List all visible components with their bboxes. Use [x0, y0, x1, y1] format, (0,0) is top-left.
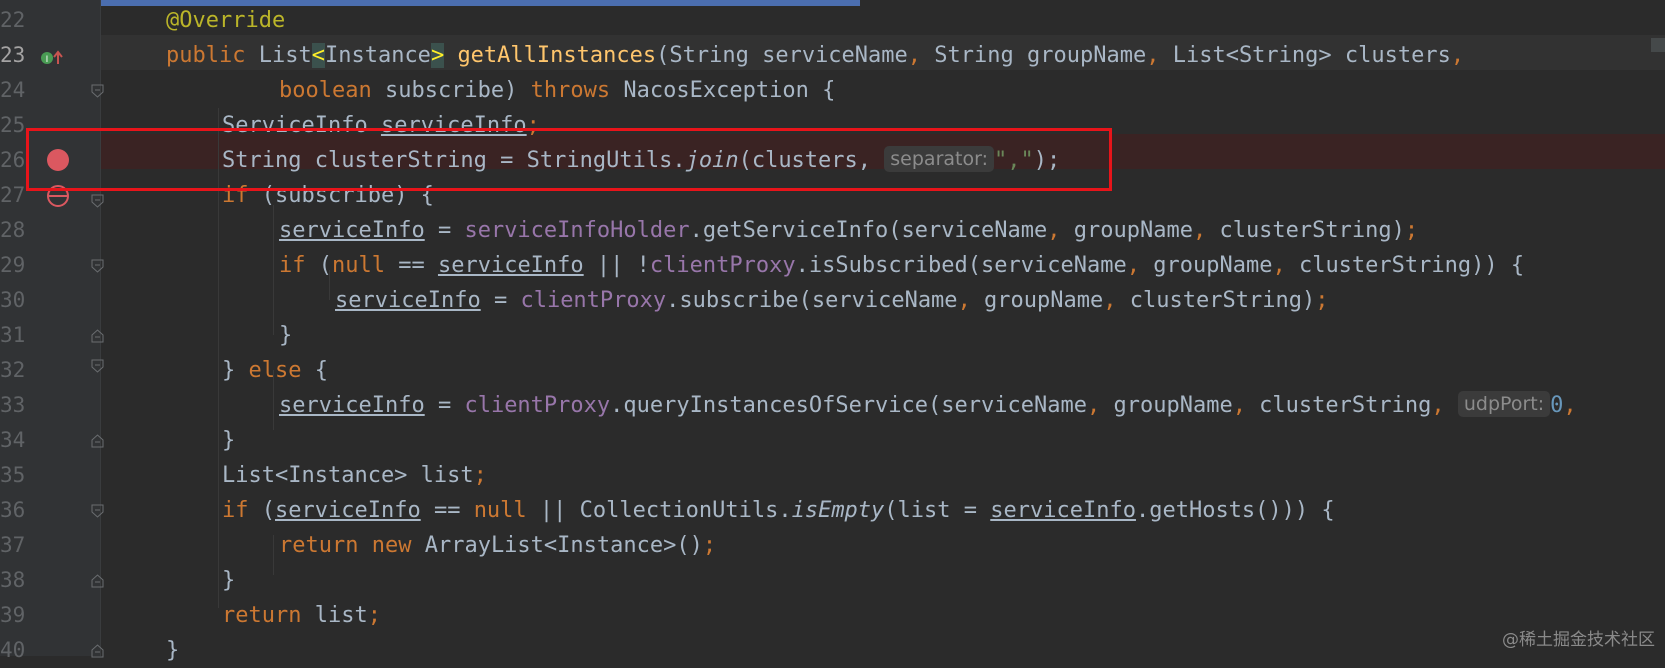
implements-method-icon[interactable]: I	[40, 45, 68, 65]
code-line-22[interactable]: 22 @Override	[0, 3, 1665, 38]
code-line-28[interactable]: 28 serviceInfo = serviceInfoHolder.getSe…	[0, 213, 1665, 248]
code-text[interactable]: return list;	[222, 598, 381, 633]
line-number: 36	[0, 498, 26, 522]
code-text[interactable]: if (serviceInfo == null || CollectionUti…	[222, 493, 1335, 528]
code-text[interactable]: @Override	[166, 3, 285, 38]
parameter-hint: udpPort:	[1457, 391, 1551, 417]
scrollbar-marker[interactable]	[1651, 38, 1665, 52]
code-text[interactable]: }	[279, 318, 292, 353]
fold-open-icon[interactable]	[91, 358, 104, 373]
code-text[interactable]: if (null == serviceInfo || !clientProxy.…	[279, 248, 1524, 283]
line-number: 39	[0, 603, 26, 627]
fold-open-icon[interactable]	[91, 83, 104, 98]
fold-close-icon[interactable]	[91, 433, 104, 448]
code-line-23[interactable]: 23 I public List<Instance> getAllInstanc…	[0, 38, 1665, 73]
code-text[interactable]: } else {	[222, 353, 328, 388]
code-line-33[interactable]: 33 serviceInfo = clientProxy.queryInstan…	[0, 388, 1665, 423]
code-text[interactable]: serviceInfo = clientProxy.queryInstances…	[279, 388, 1577, 423]
code-text[interactable]: }	[222, 563, 235, 598]
code-line-35[interactable]: 35 List<Instance> list;	[0, 458, 1665, 493]
line-number: 30	[0, 288, 26, 312]
line-number: 38	[0, 568, 26, 592]
line-number: 37	[0, 533, 26, 557]
fold-close-icon[interactable]	[91, 573, 104, 588]
code-line-36[interactable]: 36 if (serviceInfo == null || Collection…	[0, 493, 1665, 528]
code-line-39[interactable]: 39 return list;	[0, 598, 1665, 633]
code-text[interactable]: public List<Instance> getAllInstances(St…	[166, 38, 1464, 73]
code-line-29[interactable]: 29 if (null == serviceInfo || !clientPro…	[0, 248, 1665, 283]
fold-open-icon[interactable]	[91, 193, 104, 208]
line-number: 34	[0, 428, 26, 452]
fold-open-icon[interactable]	[91, 258, 104, 273]
fold-close-icon[interactable]	[91, 643, 104, 658]
line-number: 23	[0, 43, 26, 67]
code-text[interactable]: }	[222, 423, 235, 458]
code-line-30[interactable]: 30 serviceInfo = clientProxy.subscribe(s…	[0, 283, 1665, 318]
line-number: 35	[0, 463, 26, 487]
code-line-37[interactable]: 37 return new ArrayList<Instance>();	[0, 528, 1665, 563]
code-text[interactable]: List<Instance> list;	[222, 458, 487, 493]
code-text[interactable]: }	[166, 633, 179, 668]
code-line-40[interactable]: 40 }	[0, 633, 1665, 668]
code-text[interactable]: boolean subscribe) throws NacosException…	[279, 73, 835, 108]
fold-close-icon[interactable]	[91, 328, 104, 343]
fold-open-icon[interactable]	[91, 503, 104, 518]
watermark: @稀土掘金技术社区	[1502, 630, 1655, 650]
line-number: 32	[0, 358, 26, 382]
code-line-31[interactable]: 31 }	[0, 318, 1665, 353]
line-number: 31	[0, 323, 26, 347]
code-line-34[interactable]: 34 }	[0, 423, 1665, 458]
line-number: 28	[0, 218, 26, 242]
line-number: 24	[0, 78, 26, 102]
annotation-highlight-box	[26, 128, 1112, 191]
code-text[interactable]: serviceInfo = clientProxy.subscribe(serv…	[335, 283, 1328, 318]
svg-text:I: I	[46, 55, 49, 65]
line-number: 33	[0, 393, 26, 417]
code-line-38[interactable]: 38 }	[0, 563, 1665, 598]
line-number: 22	[0, 8, 26, 32]
code-text[interactable]: serviceInfo = serviceInfoHolder.getServi…	[279, 213, 1418, 248]
line-number: 29	[0, 253, 26, 277]
code-text[interactable]: return new ArrayList<Instance>();	[279, 528, 716, 563]
code-line-24[interactable]: 24 boolean subscribe) throws NacosExcept…	[0, 73, 1665, 108]
code-line-32[interactable]: 32 } else {	[0, 353, 1665, 388]
line-number: 40	[0, 638, 26, 662]
